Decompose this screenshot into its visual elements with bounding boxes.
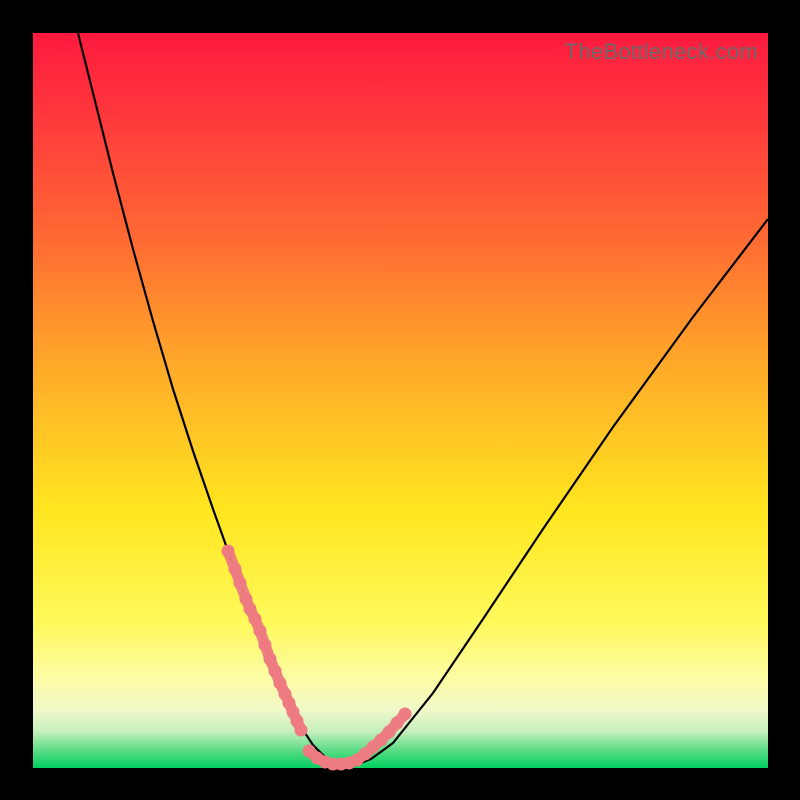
bottleneck-curve bbox=[33, 33, 768, 768]
markers-right-branch bbox=[327, 708, 412, 771]
chart-frame: TheBottleneck.com bbox=[0, 0, 800, 800]
curve-line bbox=[78, 33, 768, 766]
plot-area: TheBottleneck.com bbox=[33, 33, 768, 768]
markers-left-branch bbox=[222, 545, 308, 737]
